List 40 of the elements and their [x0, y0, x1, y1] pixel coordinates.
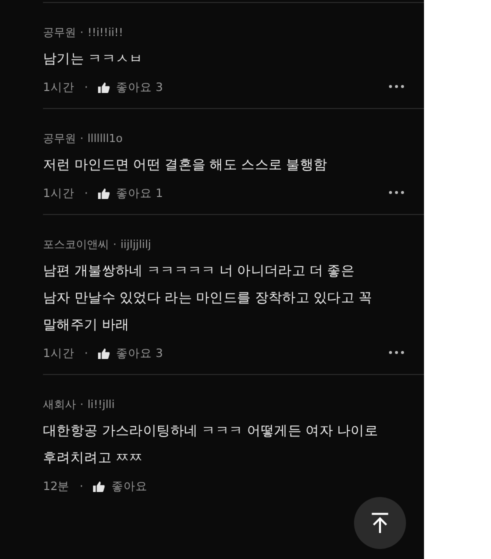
user-id: iijljjlilj [120, 237, 152, 252]
thumbs-up-icon[interactable] [93, 481, 106, 492]
comment-text: 저런 마인드면 어떤 결혼을 해도 스스로 불행함 [43, 156, 328, 175]
arrow-up-icon [370, 512, 390, 534]
separator-dot: · [113, 237, 116, 252]
more-options-button[interactable] [389, 351, 404, 354]
more-options-button[interactable] [389, 85, 404, 88]
separator-dot: · [80, 479, 84, 494]
user-id: lllllll1o [88, 131, 123, 146]
comment-author: 공무원 [43, 25, 76, 40]
comment-time: 12분 [43, 479, 70, 494]
comment-text: 남기는 ㅋㅋㅅㅂ [43, 50, 143, 69]
like-count[interactable]: 좋아요 3 [116, 346, 163, 361]
separator-dot: · [84, 80, 88, 95]
separator-dot: · [80, 131, 84, 146]
comment-text: 대한항공 가스라이팅하네 ㅋㅋㅋ 어떻게든 여자 나이로 [43, 422, 378, 441]
comment-text: 남자 만날수 있었다 라는 마인드를 장착하고 있다고 꼭 [43, 289, 372, 308]
comment-time: 1시간 [43, 346, 74, 361]
separator-dot: · [80, 397, 84, 412]
comment-author: 포스코이앤씨 [43, 237, 109, 252]
comment-text: 후려치려고 ㅉㅉ [43, 449, 143, 468]
thumbs-up-icon[interactable] [98, 82, 110, 93]
like-count[interactable]: 좋아요 [111, 479, 148, 494]
user-id: !!i!!ii!! [88, 25, 124, 40]
more-options-button[interactable] [389, 191, 404, 194]
user-id: li!!jlli [88, 397, 115, 412]
comment-text: 남편 개불쌍하네 ㅋㅋㅋㅋㅋ 너 아니더라고 더 좋은 [43, 262, 355, 281]
comment-time: 1시간 [43, 186, 74, 201]
comment-text: 말해주기 바래 [43, 316, 130, 335]
like-count[interactable]: 좋아요 3 [116, 80, 163, 95]
comment-author: 새회사 [43, 397, 76, 412]
comment-time: 1시간 [43, 80, 74, 95]
comment-author: 공무원 [43, 131, 76, 146]
thumbs-up-icon[interactable] [98, 188, 110, 199]
scroll-to-top-button[interactable] [354, 497, 406, 549]
separator-dot: · [84, 346, 88, 361]
separator-dot: · [84, 186, 88, 201]
thumbs-up-icon[interactable] [98, 348, 110, 359]
separator-dot: · [80, 25, 84, 40]
like-count[interactable]: 좋아요 1 [116, 186, 163, 201]
